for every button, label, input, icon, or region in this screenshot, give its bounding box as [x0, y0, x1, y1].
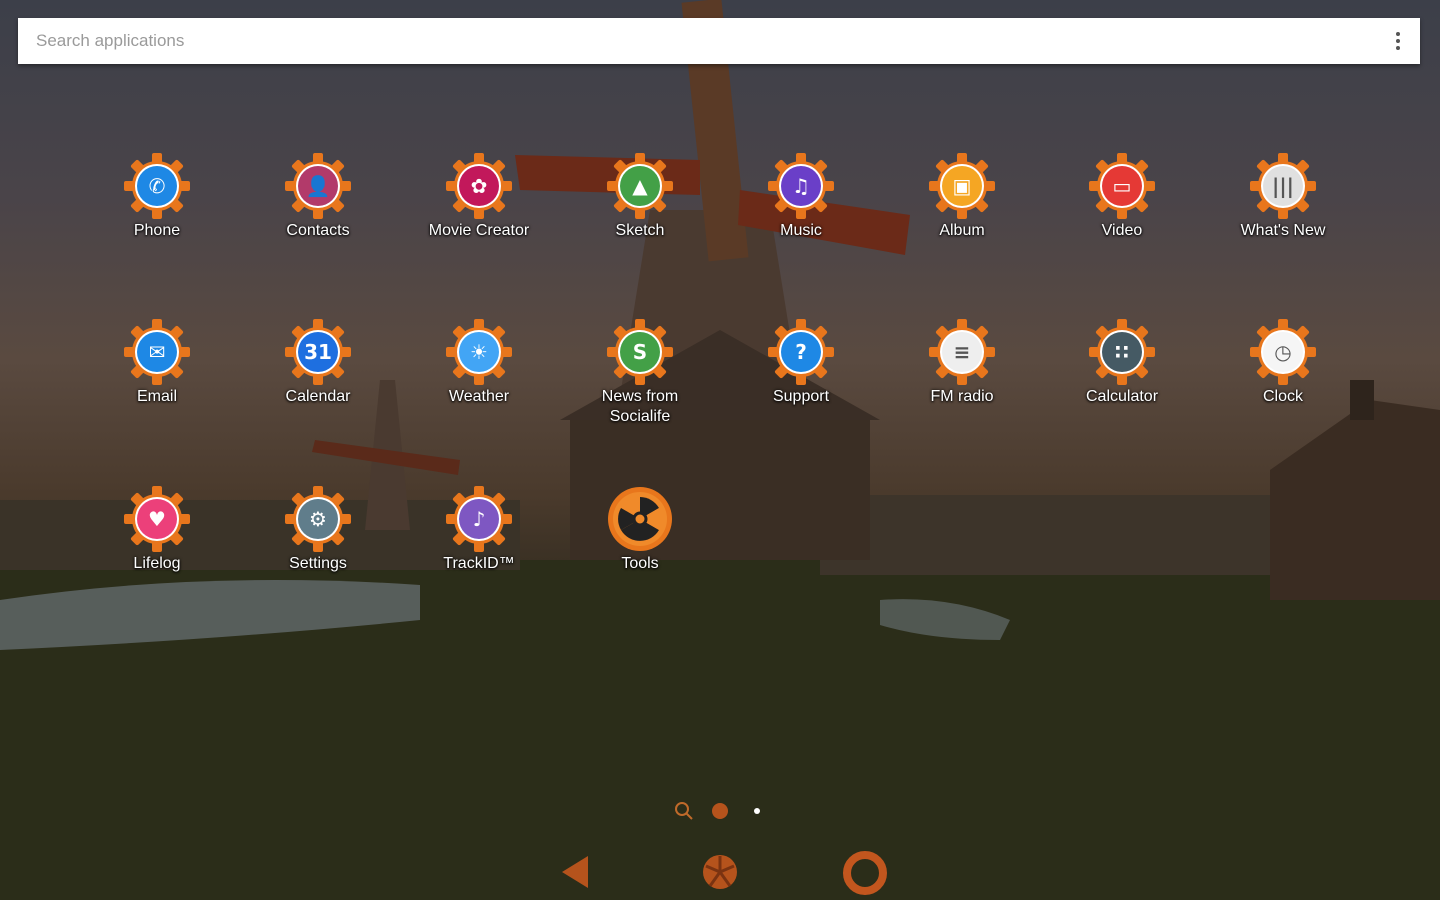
contacts-icon: 👤 — [284, 152, 352, 220]
app-label: Tools — [621, 555, 659, 572]
app-label: FM radio — [930, 388, 994, 405]
app-label: News from Socialife — [601, 388, 679, 425]
email-icon-glyph: ✉ — [137, 332, 177, 372]
app-lifelog[interactable]: ♥ Lifelog — [82, 485, 232, 574]
app-grid: ✆ Phone 👤 Contacts ✿ Movie Creator ▲ Sketch ♫ Mus… — [0, 0, 1440, 900]
app-phone[interactable]: ✆ Phone — [82, 152, 232, 241]
app-support[interactable]: ? Support — [726, 318, 876, 407]
app-news[interactable]: S News from Socialife — [565, 318, 715, 427]
calculator-icon-glyph: ∷ — [1102, 332, 1142, 372]
app-label: Phone — [133, 222, 181, 239]
app-label: Sketch — [615, 222, 665, 239]
clock-icon: ◷ — [1249, 318, 1317, 386]
app-weather[interactable]: ☀ Weather — [404, 318, 554, 407]
app-label: Weather — [448, 388, 510, 405]
app-movie-creator[interactable]: ✿ Movie Creator — [404, 152, 554, 241]
back-icon[interactable] — [558, 852, 592, 892]
video-icon-glyph: ▭ — [1102, 166, 1142, 206]
radiation-icon — [606, 485, 674, 553]
whats-new-icon: ||| — [1249, 152, 1317, 220]
trackid-icon: ♪ — [445, 485, 513, 553]
sketch-icon-glyph: ▲ — [620, 166, 660, 206]
app-album[interactable]: ▣ Album — [887, 152, 1037, 241]
app-label: Email — [136, 388, 177, 405]
recents-icon[interactable] — [842, 850, 888, 896]
app-clock[interactable]: ◷ Clock — [1208, 318, 1358, 407]
lifelog-icon-glyph: ♥ — [137, 499, 177, 539]
app-calendar[interactable]: 31 Calendar — [243, 318, 393, 407]
movie-creator-icon: ✿ — [445, 152, 513, 220]
phone-icon-glyph: ✆ — [137, 166, 177, 206]
app-contacts[interactable]: 👤 Contacts — [243, 152, 393, 241]
email-icon: ✉ — [123, 318, 191, 386]
app-trackid[interactable]: ♪ TrackID™ — [404, 485, 554, 574]
app-email[interactable]: ✉ Email — [82, 318, 232, 407]
app-label: Video — [1101, 222, 1143, 239]
phone-icon: ✆ — [123, 152, 191, 220]
calendar-icon-glyph: 31 — [298, 332, 338, 372]
support-icon: ? — [767, 318, 835, 386]
app-label: Settings — [289, 555, 347, 572]
album-icon-glyph: ▣ — [942, 166, 982, 206]
weather-icon-glyph: ☀ — [459, 332, 499, 372]
app-label: Contacts — [286, 222, 350, 239]
news-icon: S — [606, 318, 674, 386]
app-settings[interactable]: ⚙ Settings — [243, 485, 393, 574]
app-whats-new[interactable]: ||| What's New — [1208, 152, 1358, 241]
app-video[interactable]: ▭ Video — [1047, 152, 1197, 241]
app-label: Album — [939, 222, 985, 239]
app-radiation[interactable]: Tools — [565, 485, 715, 574]
fm-radio-icon: ≡ — [928, 318, 996, 386]
navigation-bar — [0, 848, 1440, 900]
page-indicator — [670, 798, 790, 824]
movie-creator-icon-glyph: ✿ — [459, 166, 499, 206]
music-icon: ♫ — [767, 152, 835, 220]
app-fm-radio[interactable]: ≡ FM radio — [887, 318, 1037, 407]
app-label: What's New — [1240, 222, 1326, 239]
app-label: Movie Creator — [428, 222, 530, 239]
weather-icon: ☀ — [445, 318, 513, 386]
app-label: TrackID™ — [443, 555, 515, 572]
calendar-icon: 31 — [284, 318, 352, 386]
sketch-icon: ▲ — [606, 152, 674, 220]
contacts-icon-glyph: 👤 — [298, 166, 338, 206]
app-label: Lifelog — [133, 555, 181, 572]
album-icon: ▣ — [928, 152, 996, 220]
support-icon-glyph: ? — [781, 332, 821, 372]
calculator-icon: ∷ — [1088, 318, 1156, 386]
settings-icon: ⚙ — [284, 485, 352, 553]
page-dot[interactable] — [754, 808, 760, 814]
app-label: Clock — [1262, 388, 1303, 405]
video-icon: ▭ — [1088, 152, 1156, 220]
trackid-icon-glyph: ♪ — [459, 499, 499, 539]
app-label: Support — [772, 388, 830, 405]
lifelog-icon: ♥ — [123, 485, 191, 553]
home-icon[interactable] — [700, 852, 740, 892]
music-icon-glyph: ♫ — [781, 166, 821, 206]
clock-icon-glyph: ◷ — [1263, 332, 1303, 372]
page-dot-active[interactable] — [712, 803, 728, 819]
search-indicator-icon[interactable] — [675, 802, 693, 820]
whats-new-icon-glyph: ||| — [1263, 166, 1303, 206]
app-calculator[interactable]: ∷ Calculator — [1047, 318, 1197, 407]
fm-radio-icon-glyph: ≡ — [942, 332, 982, 372]
app-label: Music — [780, 222, 822, 239]
app-sketch[interactable]: ▲ Sketch — [565, 152, 715, 241]
app-music[interactable]: ♫ Music — [726, 152, 876, 241]
app-label: Calculator — [1085, 388, 1159, 405]
news-icon-glyph: S — [620, 332, 660, 372]
app-label: Calendar — [285, 388, 351, 405]
settings-icon-glyph: ⚙ — [298, 499, 338, 539]
